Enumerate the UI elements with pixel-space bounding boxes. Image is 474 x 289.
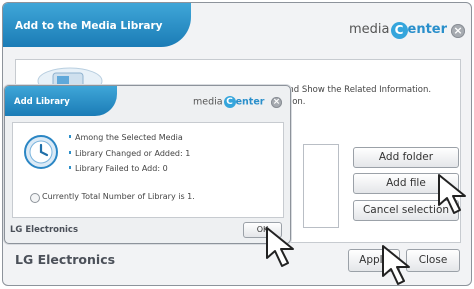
file-list[interactable]: [303, 144, 339, 228]
title-bar: Add to the Media Library: [3, 3, 191, 47]
info-radio-icon: [30, 193, 40, 203]
info-line: Library Changed or Added: 1: [75, 149, 191, 158]
mediacenter-logo: media Center: [349, 22, 447, 39]
info-line: Library Failed to Add: 0: [75, 164, 168, 173]
logo-enter-text: enter: [407, 22, 448, 37]
add-library-dialog: Add Library media Center × Among the Sele…: [4, 85, 291, 244]
bullet-icon: [69, 135, 71, 138]
add-folder-button[interactable]: Add folder: [353, 147, 459, 168]
bullet-icon: [69, 151, 71, 154]
dialog-title: Add to the Media Library: [15, 20, 163, 32]
sub-footer-brand: LG Electronics: [10, 225, 79, 235]
cursor-arrow-icon: [382, 245, 410, 285]
logo-c-icon: C: [390, 22, 408, 39]
logo-media-text: media: [349, 22, 390, 37]
cursor-arrow-icon: [266, 227, 294, 267]
sub-logo-c-icon: C: [223, 96, 236, 108]
sub-logo-enter-text: enter: [235, 96, 265, 108]
sub-logo-media-text: media: [193, 96, 223, 108]
total-library-text: Currently Total Number of Library is 1.: [42, 192, 195, 201]
bullet-icon: [69, 166, 71, 169]
info-line: Among the Selected Media: [75, 133, 183, 142]
cursor-arrow-icon: [438, 174, 466, 214]
footer-brand: LG Electronics: [15, 252, 116, 267]
sub-mediacenter-logo: media Center: [193, 96, 264, 108]
sub-title-bar: Add Library: [5, 86, 117, 116]
close-icon[interactable]: ×: [451, 24, 465, 38]
sub-dialog-title: Add Library: [14, 97, 70, 107]
sub-close-icon[interactable]: ×: [271, 97, 282, 108]
clock-icon: [24, 135, 58, 169]
